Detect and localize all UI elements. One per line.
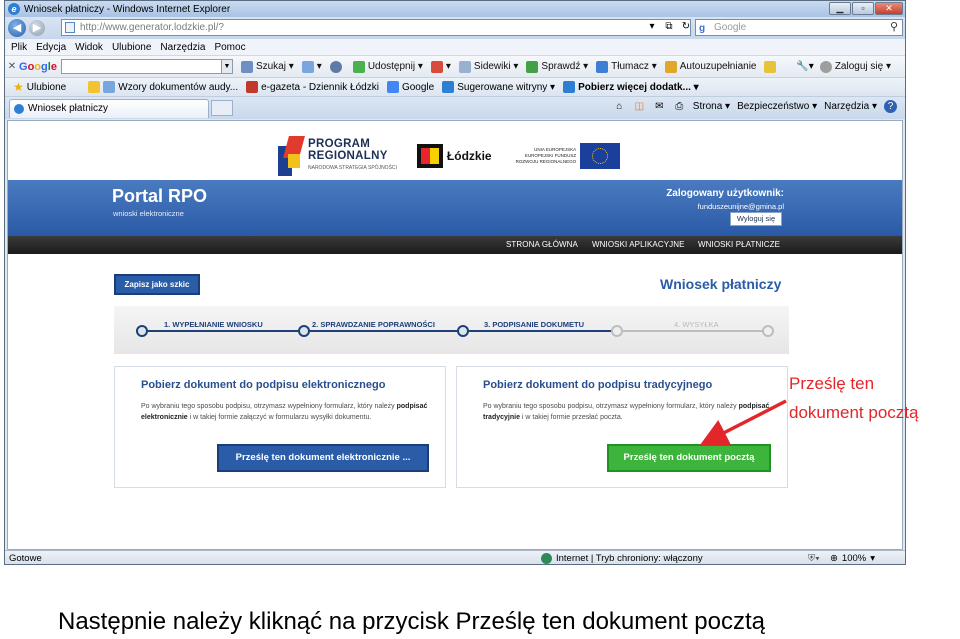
arrow-icon bbox=[699, 399, 787, 446]
slide: e Wniosek płatniczy - Windows Internet E… bbox=[0, 0, 960, 639]
slide-caption: Następnie należy kliknąć na przycisk Prz… bbox=[58, 608, 766, 635]
annotation-arrow bbox=[699, 399, 787, 446]
